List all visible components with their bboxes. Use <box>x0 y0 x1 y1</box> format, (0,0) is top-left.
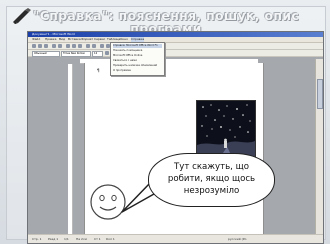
status-line: Ст 1 <box>94 237 101 241</box>
help-menu-dropdown: Справка: Microsoft Office Word F1 Показа… <box>110 42 165 76</box>
scrollbar-thumb[interactable] <box>317 79 323 109</box>
paste-icon[interactable] <box>78 44 82 48</box>
copy-icon[interactable] <box>72 44 76 48</box>
word-window: Документ1 - Microsoft Word Файл Правка В… <box>27 31 324 244</box>
vertical-scrollbar[interactable] <box>315 59 323 234</box>
font-combo[interactable]: Times New Roman <box>61 51 91 57</box>
vertical-ruler <box>68 64 73 234</box>
size-combo[interactable]: 12 <box>92 51 103 57</box>
menu-insert[interactable]: Вставка <box>68 37 81 42</box>
cut-icon[interactable] <box>66 44 70 48</box>
status-page: Стр. 1 <box>32 237 42 241</box>
help-menu-item-word-help[interactable]: Справка: Microsoft Office Word F1 <box>113 44 162 48</box>
print-icon[interactable] <box>52 44 56 48</box>
help-menu-item-show-assistant[interactable]: Показать помощника <box>113 49 162 53</box>
menu-format[interactable]: Формат <box>81 37 93 42</box>
status-pages: 1/1 <box>64 237 69 241</box>
style-combo-value: Обычный <box>34 52 47 55</box>
menu-tools[interactable]: Сервис <box>94 37 105 42</box>
size-combo-value: 12 <box>94 52 98 55</box>
save-icon[interactable] <box>44 44 48 48</box>
help-menu-item-contact[interactable]: Связаться с нами <box>113 59 162 63</box>
formatting-toolbar: Обычный Times New Roman 12 <box>28 50 323 57</box>
speech-bubble-text: Тут скажуть, що робити, якщо щось незроз… <box>167 162 256 196</box>
new-icon[interactable] <box>32 44 36 48</box>
bold-icon[interactable] <box>105 51 109 55</box>
undo-icon[interactable] <box>86 44 90 48</box>
open-icon[interactable] <box>38 44 42 48</box>
status-language: русский (Ро <box>228 237 247 241</box>
status-bar: Стр. 1 Разд 1 1/1 На 2см Ст 1 Кол 1 русс… <box>28 234 323 243</box>
table-icon[interactable] <box>100 44 104 48</box>
status-section: Разд 1 <box>48 237 59 241</box>
status-column: Кол 1 <box>106 237 115 241</box>
redo-icon[interactable] <box>92 44 96 48</box>
speech-bubble: Тут скажуть, що робити, якщо щось незроз… <box>148 153 275 207</box>
menu-edit[interactable]: Правка <box>45 37 56 42</box>
style-combo[interactable]: Обычный <box>32 51 60 57</box>
status-position: На 2см <box>76 237 87 241</box>
help-menu-item-updates[interactable]: Проверить наличие обновлений <box>113 64 162 68</box>
help-menu-item-office-online[interactable]: Microsoft Office Online <box>113 54 162 58</box>
preview-icon[interactable] <box>58 44 62 48</box>
menu-file[interactable]: Файл <box>32 37 40 42</box>
standard-toolbar <box>28 43 323 50</box>
help-menu-item-about[interactable]: О программе <box>113 69 162 73</box>
text-cursor: ¶ <box>97 68 100 73</box>
font-combo-value: Times New Roman <box>63 52 86 55</box>
menu-view[interactable]: Вид <box>59 37 65 42</box>
